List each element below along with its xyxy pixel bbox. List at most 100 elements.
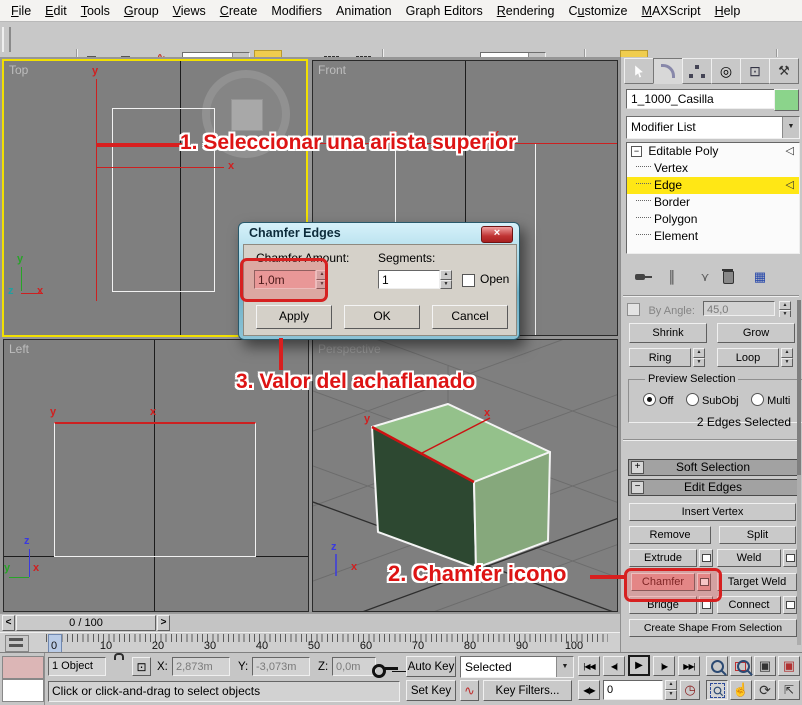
tab-modify[interactable]	[653, 58, 683, 84]
menu-edit[interactable]: Edit	[38, 2, 74, 20]
target-weld-button[interactable]: Target Weld	[717, 573, 797, 591]
modifier-list-dropdown[interactable]: Modifier List▼	[626, 116, 800, 139]
zoom-extents-all-button[interactable]: ▣	[778, 656, 800, 676]
collapse-icon[interactable]: −	[631, 481, 644, 494]
stack-item-edge[interactable]: Edge ◁	[627, 177, 799, 194]
segments-field[interactable]	[378, 270, 440, 289]
remove-modifier-icon[interactable]	[717, 267, 739, 287]
panel-scrollbar[interactable]	[797, 300, 801, 645]
menu-modifiers[interactable]: Modifiers	[264, 2, 329, 20]
default-tangents-icon[interactable]: ∿	[460, 680, 479, 701]
stack-item-element[interactable]: Element	[627, 228, 799, 245]
goto-start-button[interactable]: |◀◀	[578, 656, 600, 676]
time-slider-button[interactable]: 0 / 100	[16, 615, 156, 631]
x-coordinate-field[interactable]	[172, 657, 230, 676]
object-name-field[interactable]	[626, 89, 776, 109]
preview-multi-radio[interactable]: Multi	[751, 395, 790, 407]
loop-button[interactable]: Loop	[717, 348, 779, 367]
extrude-button[interactable]: Extrude	[629, 549, 697, 567]
menu-views[interactable]: Views	[166, 2, 213, 20]
preview-subobj-radio[interactable]: SubObj	[686, 395, 739, 407]
chevron-down-icon[interactable]: ▼	[782, 117, 799, 138]
shrink-button[interactable]: Shrink	[629, 323, 707, 343]
menu-group[interactable]: Group	[117, 2, 166, 20]
loop-spinner[interactable]: ▲▼	[781, 348, 793, 367]
viewport-left-label[interactable]: Left	[9, 342, 29, 356]
goto-end-button[interactable]: ▶▶|	[678, 656, 700, 676]
by-angle-checkbox[interactable]	[627, 303, 640, 316]
viewport-perspective-label[interactable]: Perspective	[318, 342, 381, 356]
menu-rendering[interactable]: Rendering	[490, 2, 562, 20]
minmax-toggle-button[interactable]: ⇱	[778, 680, 800, 700]
frame-spinner[interactable]: ▲▼	[665, 680, 677, 700]
segments-spinner[interactable]: ▲▼	[440, 270, 452, 289]
grow-button[interactable]: Grow	[717, 323, 795, 343]
selection-set-dropdown[interactable]: Selected▼	[460, 656, 574, 678]
weld-settings-button[interactable]	[783, 549, 797, 567]
connect-button[interactable]: Connect	[717, 596, 781, 614]
close-icon[interactable]: ×	[481, 226, 513, 243]
set-key-button[interactable]: Set Key	[406, 680, 456, 701]
key-mode-toggle[interactable]: ◀|▶	[578, 680, 600, 700]
y-coordinate-field[interactable]	[252, 657, 310, 676]
track-bar[interactable]: 0 10 20 30 40 50 60 70 80 90 100	[0, 632, 620, 653]
key-filters-button[interactable]: Key Filters...	[483, 680, 572, 701]
zoom-button[interactable]	[706, 656, 728, 676]
create-shape-button[interactable]: Create Shape From Selection	[629, 619, 797, 637]
pin-stack-icon[interactable]	[629, 267, 651, 287]
rollout-soft-selection[interactable]: + Soft Selection	[628, 459, 798, 476]
scrollbar-thumb[interactable]	[797, 300, 801, 475]
menu-maxscript[interactable]: MAXScript	[635, 2, 708, 20]
maxscript-listener-white[interactable]	[2, 679, 44, 702]
open-checkbox[interactable]	[462, 272, 475, 290]
pan-button[interactable]: ☝	[730, 680, 752, 700]
remove-button[interactable]: Remove	[629, 526, 711, 544]
mini-curve-editor-button[interactable]	[5, 635, 29, 652]
tab-motion[interactable]: ◎	[711, 58, 741, 84]
tab-hierarchy[interactable]	[682, 58, 712, 84]
previous-frame-button[interactable]: ◀|	[603, 656, 625, 676]
weld-button[interactable]: Weld	[717, 549, 781, 567]
viewport-top-label[interactable]: Top	[9, 63, 28, 77]
extrude-settings-button[interactable]	[699, 549, 713, 567]
connect-settings-button[interactable]	[783, 596, 797, 614]
apply-button[interactable]: Apply	[256, 305, 332, 329]
previous-frame-arrow[interactable]: <	[2, 615, 15, 631]
zoom-all-button[interactable]	[730, 656, 752, 676]
stack-item-editable-poly[interactable]: − Editable Poly ◁	[627, 143, 799, 160]
tab-display[interactable]: ⊡	[740, 58, 770, 84]
auto-key-button[interactable]: Auto Key	[406, 656, 456, 677]
ok-button[interactable]: OK	[344, 305, 420, 329]
time-configuration-button[interactable]: ◷	[680, 680, 700, 700]
by-angle-spinner[interactable]: ▲▼	[779, 301, 791, 316]
menu-help[interactable]: Help	[708, 2, 748, 20]
tab-create[interactable]	[624, 58, 654, 84]
menu-tools[interactable]: Tools	[74, 2, 117, 20]
next-frame-arrow[interactable]: >	[157, 615, 170, 631]
toolbar-grip[interactable]	[2, 27, 11, 52]
z-coordinate-field[interactable]	[332, 657, 376, 676]
menu-create[interactable]: Create	[213, 2, 265, 20]
ring-spinner[interactable]: ▲▼	[693, 348, 705, 367]
zoom-extents-button[interactable]: ▣	[754, 656, 776, 676]
object-color-swatch[interactable]	[774, 89, 799, 111]
menu-customize[interactable]: Customize	[561, 2, 634, 20]
make-unique-icon[interactable]: ⋎	[694, 267, 716, 287]
show-end-result-icon[interactable]: ║	[661, 267, 683, 287]
region-zoom-button[interactable]	[706, 680, 728, 700]
split-button[interactable]: Split	[719, 526, 796, 544]
next-frame-button[interactable]: |▶	[653, 656, 675, 676]
menu-graph-editors[interactable]: Graph Editors	[399, 2, 490, 20]
absolute-mode-toggle[interactable]: ⊡	[132, 657, 151, 676]
menu-animation[interactable]: Animation	[329, 2, 399, 20]
expand-icon[interactable]: +	[631, 461, 644, 474]
stack-item-vertex[interactable]: Vertex	[627, 160, 799, 177]
cancel-button[interactable]: Cancel	[432, 305, 508, 329]
preview-off-radio[interactable]: Off	[643, 395, 673, 407]
current-frame-field[interactable]	[603, 680, 663, 700]
rollout-edit-edges[interactable]: − Edit Edges	[628, 479, 798, 496]
stack-item-border[interactable]: Border	[627, 194, 799, 211]
by-angle-field[interactable]: 45,0	[703, 301, 775, 316]
play-button[interactable]: ▶	[628, 655, 650, 676]
menu-file[interactable]: File	[4, 2, 38, 20]
